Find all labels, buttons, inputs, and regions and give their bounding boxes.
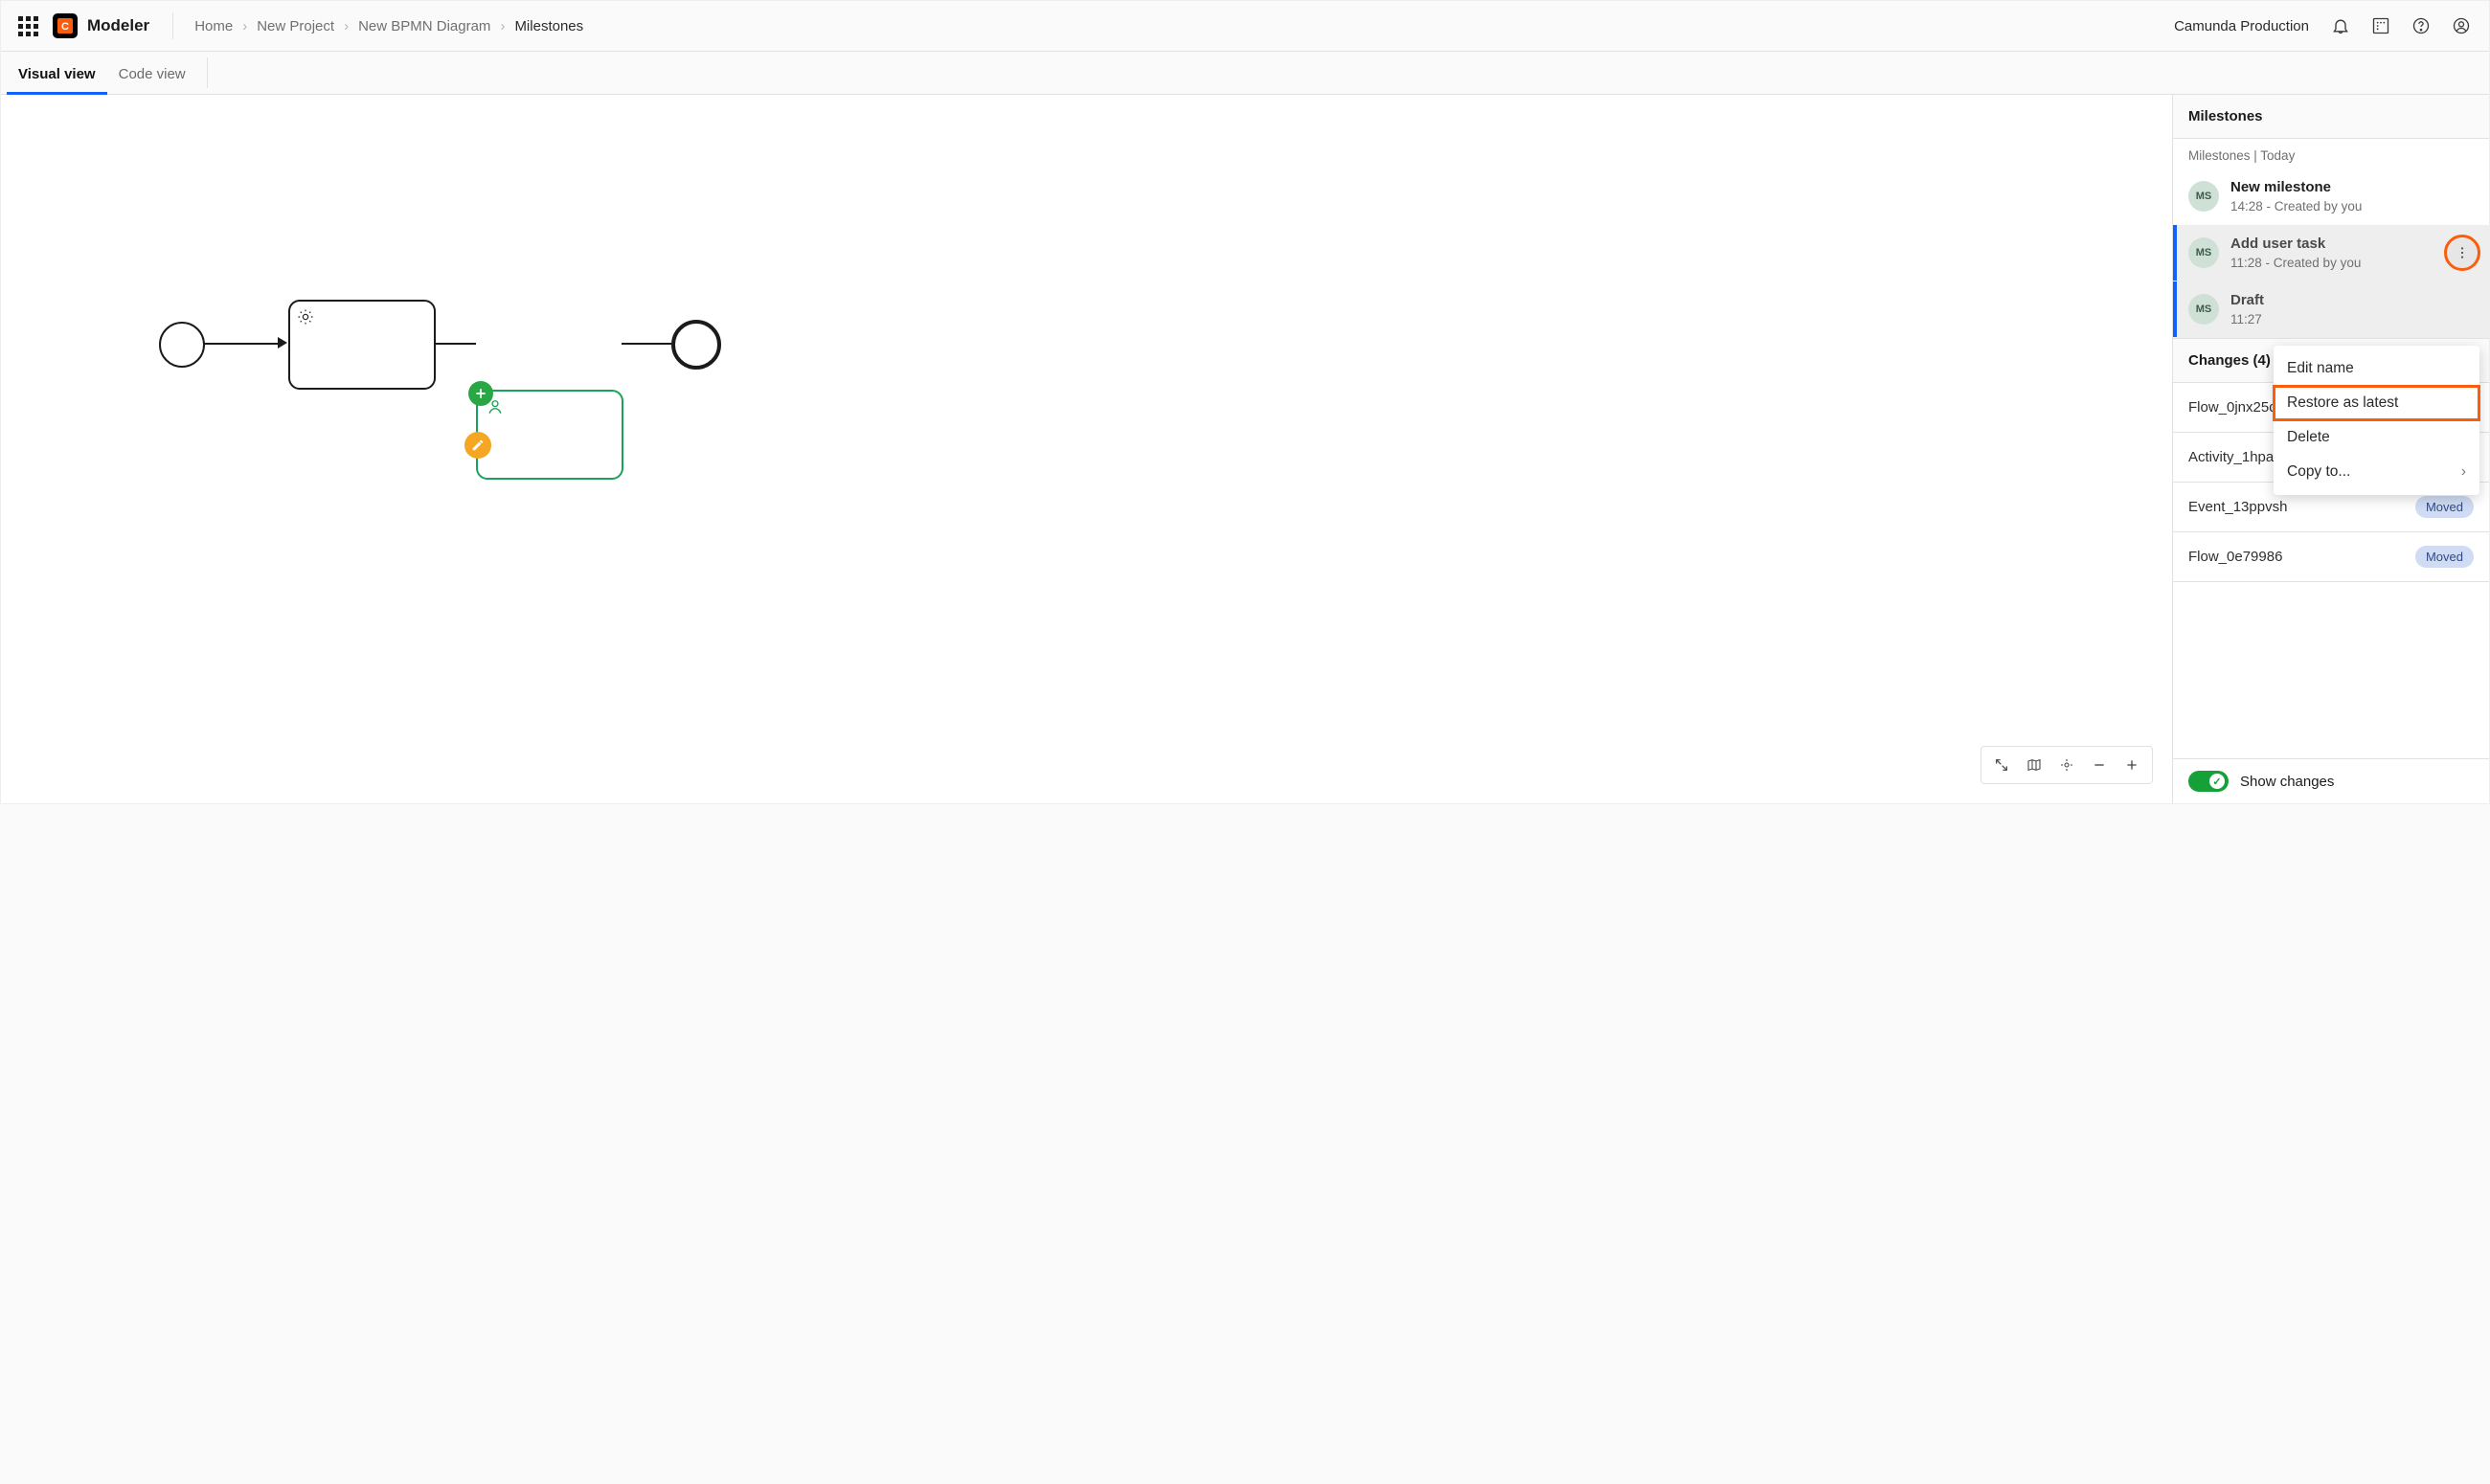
breadcrumbs: Home › New Project › New BPMN Diagram › … (194, 18, 583, 34)
avatar: MS (2188, 294, 2219, 325)
notifications-icon[interactable] (2320, 6, 2361, 46)
milestone-item[interactable]: MS New milestone 14:28 - Created by you (2173, 169, 2489, 225)
user-icon (486, 397, 505, 420)
milestone-context-menu: Edit name Restore as latest Delete Copy … (2274, 346, 2479, 495)
change-name: Event_13ppvsh (2188, 499, 2287, 515)
zoom-in-icon[interactable] (2116, 751, 2148, 779)
toggle-label: Show changes (2240, 774, 2334, 790)
gear-icon (296, 307, 315, 330)
chevron-right-icon: › (344, 18, 349, 34)
selection-stripe (2173, 281, 2177, 337)
change-name: Flow_0jnx25d (2188, 399, 2277, 416)
change-badge: Moved (2415, 496, 2474, 518)
milestone-menu-button[interactable] (2447, 237, 2478, 268)
chevron-right-icon: › (242, 18, 247, 34)
menu-edit-name[interactable]: Edit name (2274, 351, 2479, 386)
milestones-panel: Milestones Milestones | Today MS New mil… (2172, 95, 2489, 803)
bpmn-sequence-flow[interactable] (203, 343, 280, 345)
brand-logo: C (53, 13, 78, 38)
tab-visual-view[interactable]: Visual view (7, 56, 107, 95)
change-name: Flow_0e79986 (2188, 549, 2282, 565)
brand-name: Modeler (87, 16, 149, 35)
menu-copy-to[interactable]: Copy to... › (2274, 455, 2479, 489)
canvas-toolbar (1981, 746, 2153, 784)
reset-view-icon[interactable] (2050, 751, 2083, 779)
milestone-list: MS New milestone 14:28 - Created by you … (2173, 169, 2489, 338)
separator (207, 57, 208, 88)
bpmn-start-event[interactable] (159, 322, 205, 368)
bpmn-service-task[interactable] (288, 300, 436, 390)
milestone-name: Add user task (2230, 236, 2361, 252)
bpmn-end-event[interactable] (671, 320, 721, 370)
milestone-meta: 14:28 - Created by you (2230, 199, 2362, 214)
zoom-out-icon[interactable] (2083, 751, 2116, 779)
show-changes-toggle[interactable]: ✓ (2188, 771, 2229, 792)
bpmn-sequence-flow[interactable] (434, 343, 476, 345)
account-icon[interactable] (2441, 6, 2481, 46)
milestone-meta: 11:27 (2230, 312, 2264, 326)
help-icon[interactable] (2401, 6, 2441, 46)
panel-subheader: Milestones | Today (2173, 139, 2489, 169)
avatar: MS (2188, 237, 2219, 268)
panel-footer: ✓ Show changes (2173, 758, 2489, 803)
bpmn-user-task[interactable] (476, 390, 623, 480)
cluster-icon[interactable] (2361, 6, 2401, 46)
check-icon: ✓ (2209, 774, 2225, 789)
breadcrumb-link[interactable]: New Project (257, 18, 334, 34)
breadcrumb-link[interactable]: New BPMN Diagram (358, 18, 490, 34)
view-tabs: Visual view Code view (1, 52, 2489, 95)
change-row[interactable]: Flow_0e79986 Moved (2173, 532, 2489, 582)
selection-stripe (2173, 225, 2177, 281)
tab-code-view[interactable]: Code view (107, 56, 197, 95)
svg-text:C: C (61, 21, 69, 33)
breadcrumb-link[interactable]: Home (194, 18, 233, 34)
milestone-item[interactable]: MS Draft 11:27 (2173, 281, 2489, 338)
minimap-icon[interactable] (2018, 751, 2050, 779)
topbar: C Modeler Home › New Project › New BPMN … (1, 1, 2489, 52)
menu-delete[interactable]: Delete (2274, 420, 2479, 455)
milestone-name: Draft (2230, 292, 2264, 308)
menu-label: Copy to... (2287, 463, 2350, 481)
breadcrumb-current: Milestones (514, 18, 583, 34)
fullscreen-icon[interactable] (1985, 751, 2018, 779)
milestone-item[interactable]: MS Add user task 11:28 - Created by you (2173, 225, 2489, 281)
panel-title: Milestones (2173, 95, 2489, 139)
avatar: MS (2188, 181, 2219, 212)
edit-icon (464, 432, 491, 459)
org-switch[interactable]: Camunda Production (2174, 18, 2309, 34)
milestone-meta: 11:28 - Created by you (2230, 256, 2361, 270)
bpmn-canvas[interactable] (1, 95, 2172, 803)
arrow-icon (278, 337, 287, 349)
menu-restore-as-latest[interactable]: Restore as latest (2274, 386, 2479, 420)
separator (172, 12, 173, 39)
change-badge: Moved (2415, 546, 2474, 568)
app-switcher-button[interactable] (14, 12, 41, 39)
milestone-name: New milestone (2230, 179, 2362, 195)
bpmn-sequence-flow[interactable] (622, 343, 671, 345)
chevron-right-icon: › (500, 18, 505, 34)
chevron-right-icon: › (2461, 463, 2466, 481)
